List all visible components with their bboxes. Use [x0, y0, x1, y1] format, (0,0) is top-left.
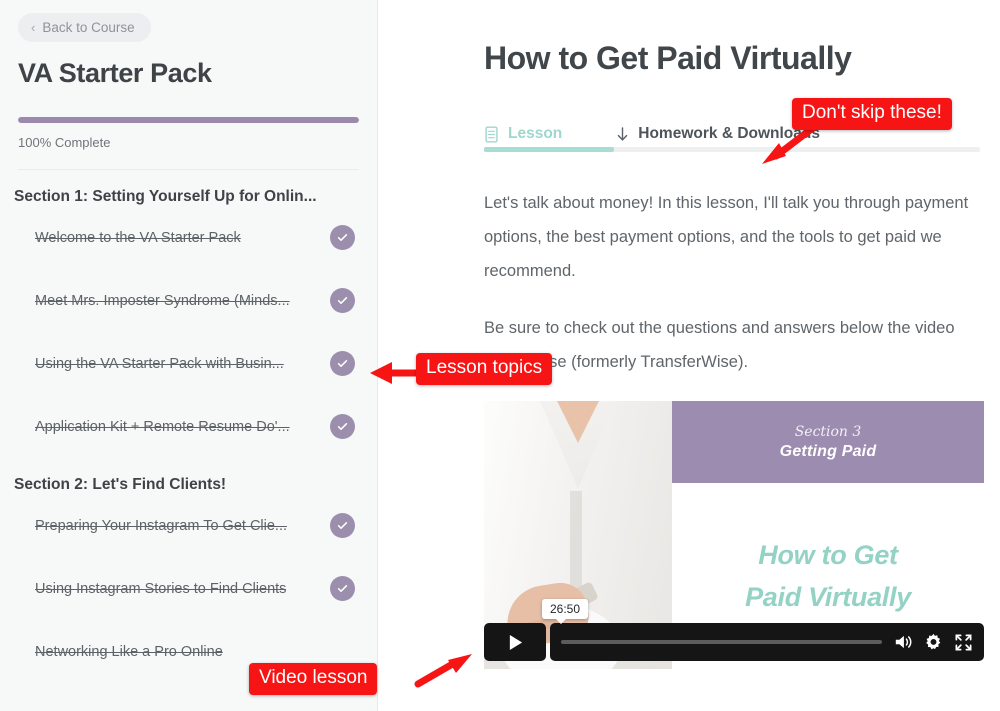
- back-to-course-label: Back to Course: [42, 20, 135, 35]
- page-title: How to Get Paid Virtually: [484, 40, 852, 76]
- annotation-dont-skip-these: Don't skip these!: [792, 98, 952, 130]
- course-lesson-page: ‹ Back to Course VA Starter Pack 100% Co…: [0, 0, 1000, 711]
- video-scrubber[interactable]: [561, 640, 882, 644]
- lesson-title: Using the VA Starter Pack with Busin...: [35, 355, 284, 372]
- lesson-list-item[interactable]: Welcome to the VA Starter Pack: [35, 206, 355, 269]
- annotation-lesson-topics: Lesson topics: [416, 353, 553, 385]
- play-button[interactable]: [484, 623, 546, 661]
- lesson-title: Welcome to the VA Starter Pack: [35, 229, 241, 246]
- lesson-complete-check-icon: [330, 351, 355, 376]
- lesson-list-item[interactable]: Application Kit + Remote Resume Do'...: [35, 395, 355, 458]
- section-heading-1: Section 1: Setting Yourself Up for Onlin…: [14, 188, 317, 205]
- slide-headline-line1: How to Get: [758, 540, 898, 570]
- back-to-course-button[interactable]: ‹ Back to Course: [18, 13, 151, 42]
- section-heading-2: Section 2: Let's Find Clients!: [14, 476, 227, 493]
- lesson-title: Networking Like a Pro Online: [35, 643, 223, 660]
- sidebar-divider: [18, 169, 359, 170]
- lesson-list-item[interactable]: Meet Mrs. Imposter Syndrome (Minds...: [35, 269, 355, 332]
- lesson-complete-check-icon: [330, 513, 355, 538]
- gear-icon[interactable]: [924, 633, 943, 652]
- fullscreen-icon[interactable]: [954, 633, 973, 652]
- annotation-video-lesson: Video lesson: [249, 663, 378, 695]
- lesson-paragraph-2: Be sure to check out the questions and a…: [484, 319, 955, 371]
- lesson-complete-check-icon: [330, 414, 355, 439]
- arrow-down-icon: [616, 126, 629, 143]
- tab-active-indicator: [484, 147, 614, 152]
- chevron-left-icon: ‹: [31, 20, 36, 35]
- lesson-list-item[interactable]: Preparing Your Instagram To Get Clie...: [35, 494, 355, 557]
- slide-banner: Section 3 Getting Paid: [672, 401, 984, 483]
- progress-track: [18, 117, 359, 123]
- lesson-list-item[interactable]: Using the VA Starter Pack with Busin...: [35, 332, 355, 395]
- slide-subtitle: Getting Paid: [779, 442, 877, 460]
- lesson-title: Meet Mrs. Imposter Syndrome (Minds...: [35, 292, 290, 309]
- lesson-complete-check-icon: [330, 576, 355, 601]
- lesson-complete-check-icon: [330, 288, 355, 313]
- video-control-bar: 26:50: [542, 599, 984, 661]
- annotation-arrow-up-right-icon: [414, 654, 472, 688]
- slide-headline-line2: Paid Virtually: [745, 582, 911, 612]
- video-controls: 26:50: [484, 599, 984, 661]
- course-title: VA Starter Pack: [18, 58, 212, 88]
- progress-label: 100% Complete: [18, 135, 111, 150]
- progress-fill: [18, 117, 359, 123]
- lesson-complete-check-icon: [330, 225, 355, 250]
- lesson-title: Using Instagram Stories to Find Clients: [35, 580, 287, 597]
- document-icon: [484, 125, 499, 143]
- play-icon: [509, 634, 522, 650]
- video-time-tooltip: 26:50: [542, 599, 589, 624]
- tab-lesson-label: Lesson: [508, 125, 563, 142]
- slide-section-label: Section 3: [794, 423, 862, 440]
- course-progress-bar: [18, 117, 359, 123]
- lesson-paragraph-1: Let's talk about money! In this lesson, …: [484, 194, 969, 280]
- lesson-list-item[interactable]: Using Instagram Stories to Find Clients: [35, 557, 355, 620]
- lesson-title: Preparing Your Instagram To Get Clie...: [35, 517, 288, 534]
- photo-neck: [555, 401, 601, 443]
- lesson-title: Application Kit + Remote Resume Do'...: [35, 418, 290, 435]
- volume-icon[interactable]: [893, 633, 913, 651]
- tab-underline: [484, 147, 980, 152]
- tab-lesson[interactable]: Lesson: [484, 125, 562, 143]
- video-player[interactable]: Section 3 Getting Paid How to Get Paid V…: [484, 401, 984, 669]
- course-sidebar: ‹ Back to Course VA Starter Pack 100% Co…: [0, 0, 378, 711]
